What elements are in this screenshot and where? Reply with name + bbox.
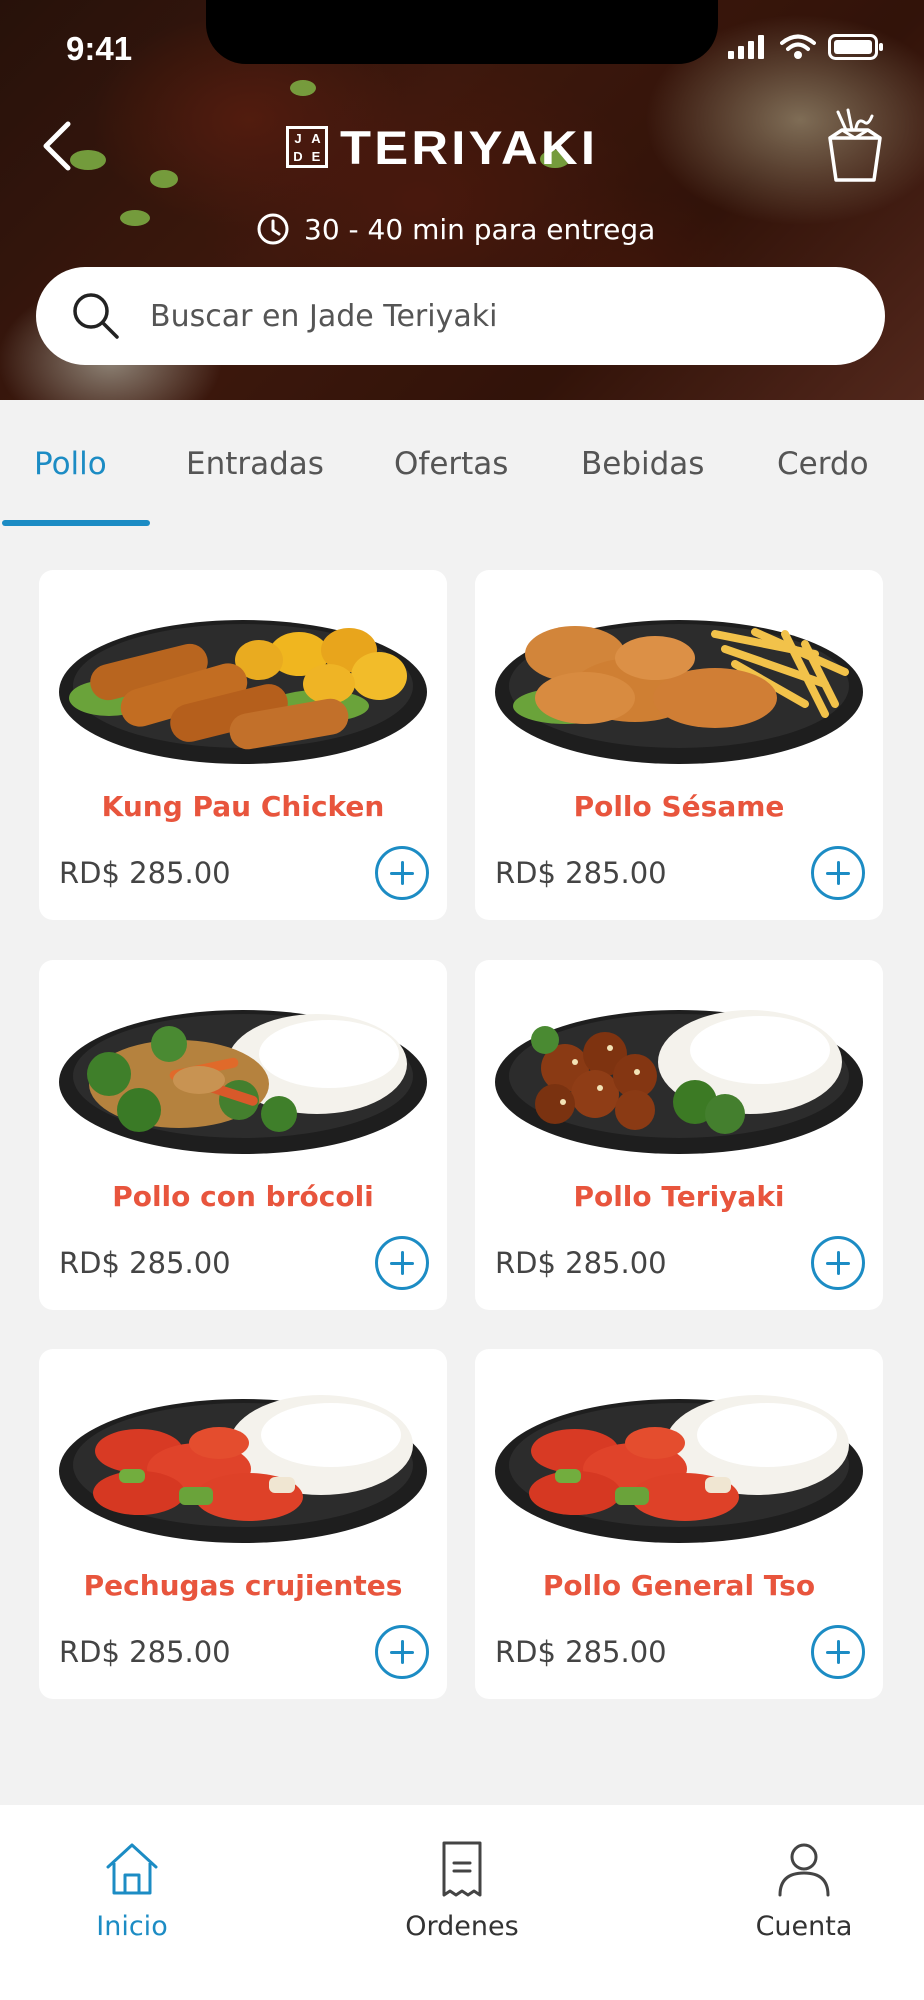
cart-button[interactable] <box>822 108 888 184</box>
nav-item-cuenta[interactable]: Cuenta <box>704 1839 904 1942</box>
scallion-garnish <box>290 80 316 96</box>
tab-entradas[interactable]: Entradas <box>186 446 324 482</box>
scallion-garnish <box>150 170 178 188</box>
tab-pollo[interactable]: Pollo <box>34 446 107 482</box>
product-card[interactable]: Pollo Teriyaki RD$ 285.00 <box>475 960 883 1310</box>
nav-item-ordenes[interactable]: Ordenes <box>362 1839 562 1942</box>
logo-text: TERIYAKI <box>340 120 599 174</box>
product-card[interactable]: Kung Pau Chicken RD$ 285.00 <box>39 570 447 920</box>
user-icon <box>778 1843 830 1897</box>
back-button[interactable] <box>38 118 78 174</box>
logo-mark-letter: A <box>311 130 321 146</box>
product-price: RD$ 285.00 <box>59 1246 231 1280</box>
status-icons <box>728 34 884 60</box>
nav-label: Inicio <box>96 1911 168 1942</box>
teriyaki-chicken-rice-plate <box>495 1010 863 1154</box>
product-price: RD$ 285.00 <box>495 1246 667 1280</box>
search-bar[interactable] <box>36 267 885 365</box>
logo-mark: J A D E <box>286 126 328 168</box>
general-tso-chicken-rice-plate <box>495 1395 863 1543</box>
delivery-time-text: 30 - 40 min para entrega <box>304 212 656 246</box>
logo-mark-letter: D <box>293 148 303 164</box>
clock-icon <box>257 213 289 245</box>
bottom-nav: Inicio Ordenes Cuenta <box>0 1805 924 2000</box>
product-price: RD$ 285.00 <box>59 856 231 890</box>
wifi-icon <box>780 34 816 59</box>
add-to-cart-button[interactable] <box>375 1236 429 1290</box>
product-price: RD$ 285.00 <box>59 1635 231 1669</box>
add-to-cart-button[interactable] <box>811 1236 865 1290</box>
product-name: Pollo Teriyaki <box>573 1180 785 1213</box>
delivery-info: 30 - 40 min para entrega <box>256 212 655 246</box>
product-card[interactable]: Pechugas crujientes RD$ 285.00 <box>39 1349 447 1699</box>
logo-mark-letter: E <box>311 148 321 164</box>
product-name: Pechugas crujientes <box>83 1569 403 1602</box>
active-tab-indicator <box>2 520 150 526</box>
product-card[interactable]: Pollo General Tso RD$ 285.00 <box>475 1349 883 1699</box>
category-tabs: Pollo Entradas Ofertas Bebidas Cerdo <box>0 400 924 530</box>
tab-ofertas[interactable]: Ofertas <box>394 446 508 482</box>
product-name: Pollo Sésame <box>573 790 785 823</box>
chevron-left-icon <box>43 121 71 171</box>
add-to-cart-button[interactable] <box>375 1625 429 1679</box>
nav-label: Cuenta <box>755 1911 853 1942</box>
search-icon <box>73 293 119 339</box>
device-notch <box>206 0 718 64</box>
receipt-icon <box>442 1841 482 1897</box>
scallion-garnish <box>120 210 150 226</box>
nav-label: Ordenes <box>405 1911 519 1942</box>
nav-item-inicio[interactable]: Inicio <box>32 1839 232 1942</box>
product-card[interactable]: Pollo con brócoli RD$ 285.00 <box>39 960 447 1310</box>
logo-mark-letter: J <box>294 130 302 146</box>
battery-icon <box>828 34 883 60</box>
fried-chicken-fries-plate <box>495 620 863 764</box>
chicken-broccoli-rice-plate <box>59 1010 427 1154</box>
takeout-box-icon <box>828 108 882 182</box>
product-price: RD$ 285.00 <box>495 856 667 890</box>
status-bar: 9:41 <box>0 0 924 80</box>
product-name: Kung Pau Chicken <box>101 790 385 823</box>
search-input[interactable] <box>150 298 830 334</box>
tab-bebidas[interactable]: Bebidas <box>581 446 704 482</box>
sweet-sour-chicken-rice-plate <box>59 1395 427 1543</box>
status-time: 9:41 <box>66 30 133 67</box>
brand-logo: J A D E TERIYAKI <box>286 120 658 174</box>
add-to-cart-button[interactable] <box>811 846 865 900</box>
add-to-cart-button[interactable] <box>811 1625 865 1679</box>
signal-icon <box>728 35 764 59</box>
product-price: RD$ 285.00 <box>495 1635 667 1669</box>
add-to-cart-button[interactable] <box>375 846 429 900</box>
product-card[interactable]: Pollo Sésame RD$ 285.00 <box>475 570 883 920</box>
product-name: Pollo General Tso <box>542 1569 816 1602</box>
home-icon <box>106 1843 158 1895</box>
tab-cerdo[interactable]: Cerdo <box>777 446 869 482</box>
product-name: Pollo con brócoli <box>112 1180 374 1213</box>
fried-chicken-plantains-plate <box>59 620 427 764</box>
